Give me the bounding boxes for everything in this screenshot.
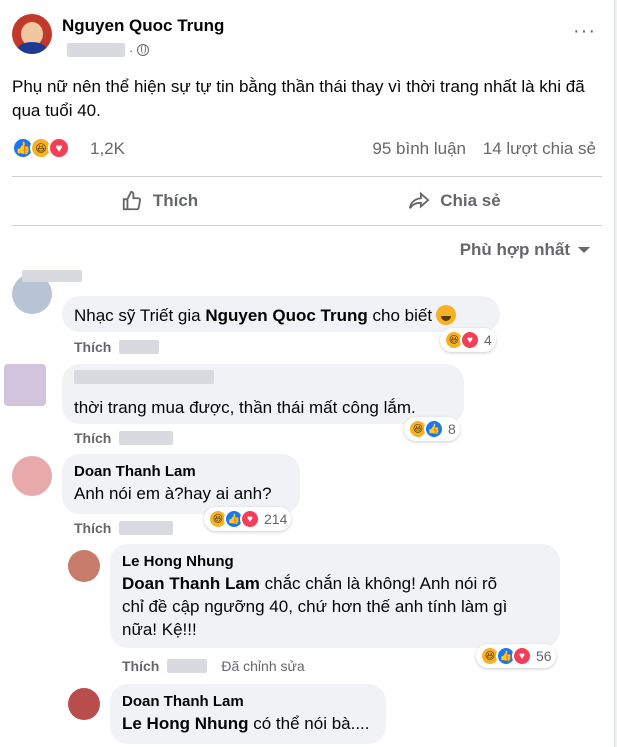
post-meta: · <box>67 42 150 58</box>
comment-actions: Thích <box>74 339 160 355</box>
post-action-bar: Thích Chia sẻ <box>12 178 602 224</box>
replier-name[interactable]: Le Hong Nhung <box>122 552 548 572</box>
love-reaction-icon: ♥ <box>460 330 480 350</box>
comment-like-button[interactable]: Thích <box>74 520 111 536</box>
reply-bubble: Le Hong Nhung Doan Thanh Lam chắc chắn l… <box>110 544 560 648</box>
mention-link[interactable]: Doan Thanh Lam <box>122 574 260 593</box>
comment-text-prefix: Nhạc sỹ Triết gia <box>74 306 206 325</box>
sort-label: Phù hợp nhất <box>459 240 570 259</box>
commenter-avatar[interactable] <box>4 364 46 406</box>
comments-count[interactable]: 95 bình luận <box>372 139 466 159</box>
reply-like-button[interactable]: Thích <box>122 658 159 674</box>
reply-bubble: Doan Thanh Lam Le Hong Nhung có thể nói … <box>110 684 386 744</box>
comment-reactions[interactable]: 😆 👍 8 <box>404 417 460 441</box>
comment-actions: Thích <box>74 520 174 536</box>
reply-reaction-count: 56 <box>536 648 552 664</box>
reply-text-line2: chỉ đề cập ngưỡng 40, chứ hơn thế anh tí… <box>122 597 508 616</box>
caret-down-icon <box>578 247 590 253</box>
reply-reactions[interactable]: 😆 👍 ♥ 56 <box>476 644 556 668</box>
share-arrow-icon <box>409 191 430 209</box>
like-reaction-icon: 👍 <box>424 419 444 439</box>
post-header: Nguyen Quoc Trung · ··· <box>12 14 602 64</box>
post-card: Nguyen Quoc Trung · ··· Phụ nữ nên thể h… <box>0 0 615 747</box>
comment-text-suffix: cho biết <box>367 306 433 325</box>
share-button[interactable]: Chia sẻ <box>307 178 602 224</box>
more-options-icon[interactable]: ··· <box>573 21 596 41</box>
reply-text: Le Hong Nhung có thể nói bà.... <box>122 712 374 735</box>
comment-bubble: Nhạc sỹ Triết gia Nguyen Quoc Trung cho … <box>62 296 500 332</box>
blurred-time[interactable] <box>119 521 174 535</box>
replier-avatar[interactable] <box>68 550 100 582</box>
blurred-time[interactable] <box>119 431 174 445</box>
comment-reaction-count: 214 <box>264 511 288 527</box>
blurred-commenter-name <box>74 370 214 384</box>
comment: Nhạc sỹ Triết gia Nguyen Quoc Trung cho … <box>0 270 614 355</box>
reaction-icons[interactable]: 👍 😆 ♥ <box>12 137 70 159</box>
love-reaction-icon: ♥ <box>240 509 260 529</box>
comment-text: Anh nói em à?hay ai anh? <box>74 484 272 503</box>
replier-name[interactable]: Doan Thanh Lam <box>122 692 374 712</box>
reply-text-line3: nữa! Kệ!!! <box>122 620 197 639</box>
smile-emoji-icon <box>436 305 457 325</box>
like-button-label: Thích <box>152 191 199 210</box>
reply-text-line1: chắc chắn là không! Anh nói rõ <box>259 574 498 593</box>
post-stats: 👍 😆 ♥ 1,2K 95 bình luận 14 lượt chia sẻ <box>12 136 602 164</box>
blurred-time[interactable] <box>119 340 160 354</box>
comment-sort-dropdown[interactable]: Phù hợp nhất <box>460 240 590 260</box>
replier-avatar[interactable] <box>68 688 100 720</box>
blurred-commenter-name <box>22 270 82 282</box>
edited-label[interactable]: Đã chỉnh sửa <box>221 658 304 674</box>
reaction-count[interactable]: 1,2K <box>90 139 125 159</box>
blurred-timestamp[interactable] <box>67 43 125 57</box>
thumbs-up-icon <box>122 190 141 211</box>
comment-reaction-count: 8 <box>448 421 456 437</box>
comment-like-button[interactable]: Thích <box>74 430 111 446</box>
mention-link[interactable]: Le Hong Nhung <box>122 714 249 733</box>
divider-top <box>12 176 602 177</box>
comment-reactions[interactable]: 😆 👍 ♥ 214 <box>204 507 292 531</box>
shares-count[interactable]: 14 lượt chia sẻ <box>483 139 596 159</box>
mention-link[interactable]: Nguyen Quoc Trung <box>205 306 367 325</box>
commenter-avatar[interactable] <box>12 456 52 496</box>
share-button-label: Chia sẻ <box>440 191 501 210</box>
comment: Doan Thanh Lam Anh nói em à?hay ai anh? … <box>0 452 614 540</box>
comment-bubble: Doan Thanh Lam Anh nói em à?hay ai anh? <box>62 454 300 514</box>
blurred-time[interactable] <box>167 659 208 673</box>
comment-text: Nhạc sỹ Triết gia Nguyen Quoc Trung cho … <box>74 304 488 327</box>
divider-bottom <box>12 225 602 226</box>
comment-text: thời trang mua được, thần thái mất công … <box>74 398 416 417</box>
author-avatar[interactable] <box>12 14 52 54</box>
comment-actions: Thích <box>74 430 174 446</box>
reply: Doan Thanh Lam Le Hong Nhung có thể nói … <box>0 682 614 747</box>
comment: thời trang mua được, thần thái mất công … <box>0 362 614 450</box>
globe-icon[interactable] <box>137 44 150 56</box>
author-name[interactable]: Nguyen Quoc Trung <box>62 16 224 36</box>
like-button[interactable]: Thích <box>12 178 307 224</box>
reply-actions: Thích Đã chỉnh sửa <box>122 658 305 674</box>
commenter-name[interactable]: Doan Thanh Lam <box>74 462 288 482</box>
reply-text: Doan Thanh Lam chắc chắn là không! Anh n… <box>122 572 548 595</box>
love-reaction-icon: ♥ <box>512 646 532 666</box>
reply: Le Hong Nhung Doan Thanh Lam chắc chắn l… <box>0 542 614 677</box>
comment-reactions[interactable]: 😆 ♥ 4 <box>440 328 496 352</box>
comment-bubble: thời trang mua được, thần thái mất công … <box>62 364 464 424</box>
reply-text-rest: có thể nói bà.... <box>248 714 370 733</box>
comment-like-button[interactable]: Thích <box>74 339 111 355</box>
meta-separator: · <box>129 42 134 58</box>
post-text: Phụ nữ nên thể hiện sự tự tin bằng thần … <box>12 77 585 120</box>
love-reaction-icon: ♥ <box>48 137 70 159</box>
comment-reaction-count: 4 <box>484 332 492 348</box>
